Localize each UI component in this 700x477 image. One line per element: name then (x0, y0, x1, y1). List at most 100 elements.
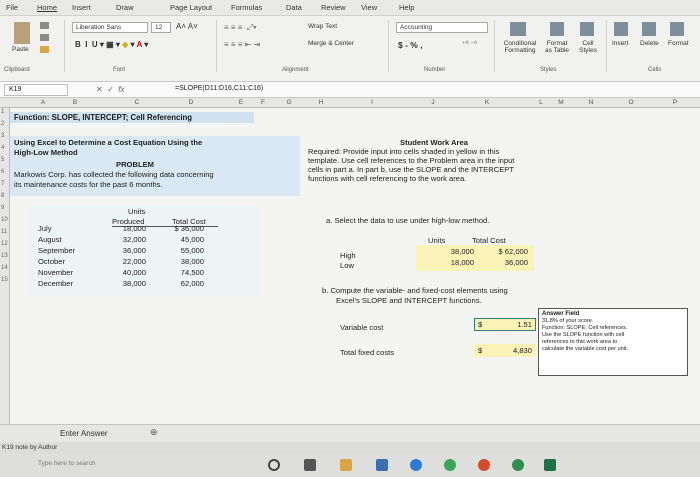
format-as-table-icon[interactable] (550, 22, 564, 36)
column-header[interactable]: G (284, 99, 294, 106)
low-cost-cell[interactable]: 36,000 (476, 258, 528, 267)
column-header[interactable]: B (70, 99, 80, 106)
excel-icon[interactable] (544, 459, 556, 471)
variable-cost-value[interactable]: 1.51 (496, 320, 532, 329)
units-cell[interactable]: 32,000 (106, 235, 146, 244)
row-header[interactable]: 2 (1, 121, 4, 127)
row-header[interactable]: 14 (1, 265, 8, 271)
units-cell[interactable]: 38,000 (106, 279, 146, 288)
cost-cell[interactable]: 38,000 (154, 257, 204, 266)
cost-cell[interactable]: 55,000 (154, 246, 204, 255)
taskbar-search-input[interactable]: Type here to search (38, 460, 95, 467)
tab-draw[interactable]: Draw (116, 3, 134, 12)
row-header[interactable]: 12 (1, 241, 8, 247)
formula-input[interactable]: =SLOPE(D11:D16,C11:C16) (175, 85, 263, 92)
font-grow-icon[interactable]: A˄ A˅ (176, 22, 198, 31)
row-header[interactable]: 13 (1, 253, 8, 259)
row-header[interactable]: 15 (1, 277, 8, 283)
column-header[interactable]: E (236, 99, 246, 106)
paste-button[interactable]: Paste (12, 46, 29, 53)
tab-review[interactable]: Review (321, 3, 346, 12)
copy-icon[interactable] (40, 34, 49, 41)
add-sheet-icon[interactable]: ⊕ (150, 427, 158, 438)
column-header[interactable]: F (258, 99, 268, 106)
tab-help[interactable]: Help (399, 3, 414, 12)
row-header[interactable]: 7 (1, 181, 4, 187)
font-size-select[interactable]: 12 (151, 22, 171, 33)
cell-styles-button[interactable]: Cell Styles (576, 40, 600, 54)
column-header[interactable]: H (316, 99, 326, 106)
delete-button[interactable]: Delete (640, 40, 659, 47)
number-format-select[interactable]: Accounting (396, 22, 488, 33)
format-as-table-button[interactable]: Format as Table (544, 40, 570, 54)
column-header[interactable]: C (132, 99, 142, 106)
number-format-icons[interactable]: $ - % , (398, 40, 423, 50)
cut-icon[interactable] (40, 22, 49, 29)
edge-icon[interactable] (410, 459, 422, 471)
column-header[interactable]: N (586, 99, 596, 106)
tab-insert[interactable]: Insert (72, 3, 91, 12)
align-horizontal-icons[interactable]: ≡ ≡ ≡ ⇤ ⇥ (224, 40, 260, 49)
column-header[interactable]: I (367, 99, 377, 106)
name-box[interactable]: K19 (4, 84, 68, 96)
high-cost-cell[interactable]: $ 62,000 (476, 247, 528, 256)
app-icon[interactable] (512, 459, 524, 471)
chrome-icon[interactable] (444, 459, 456, 471)
tab-page-layout[interactable]: Page Layout (170, 3, 212, 12)
column-header[interactable]: L (536, 99, 546, 106)
file-explorer-icon[interactable] (340, 459, 352, 471)
sheet-tab-enter-answer[interactable]: Enter Answer (60, 429, 108, 438)
column-header[interactable]: J (428, 99, 438, 106)
tab-home[interactable]: Home (37, 3, 57, 12)
row-header[interactable]: 6 (1, 169, 4, 175)
paste-icon[interactable] (14, 22, 30, 44)
column-header[interactable]: A (38, 99, 48, 106)
row-header[interactable]: 5 (1, 157, 4, 163)
align-top-icons[interactable]: ≡ ≡ ≡ ⤢▾ (224, 23, 257, 33)
format-painter-icon[interactable] (40, 46, 49, 53)
tab-file[interactable]: File (6, 3, 18, 12)
units-cell[interactable]: 22,000 (106, 257, 146, 266)
low-units-cell[interactable]: 18,000 (420, 258, 474, 267)
row-header[interactable]: 10 (1, 217, 8, 223)
delete-cells-icon[interactable] (642, 22, 656, 36)
row-header[interactable]: 9 (1, 205, 4, 211)
cost-cell[interactable]: 45,000 (154, 235, 204, 244)
high-units-cell[interactable]: 38,000 (420, 247, 474, 256)
column-header[interactable]: K (482, 99, 492, 106)
font-name-select[interactable]: Liberation Sans (72, 22, 148, 33)
row-header[interactable]: 11 (1, 229, 7, 235)
wrap-text-button[interactable]: Wrap Text (308, 23, 337, 30)
app-icon[interactable] (478, 459, 490, 471)
conditional-formatting-icon[interactable] (510, 22, 526, 36)
store-icon[interactable] (376, 459, 388, 471)
decimal-icons[interactable]: ⁺⁰ ⁻⁰ (462, 40, 477, 48)
row-header[interactable]: 8 (1, 193, 4, 199)
units-cell[interactable]: 36,000 (106, 246, 146, 255)
cortana-icon[interactable] (268, 459, 280, 471)
units-cell[interactable]: 18,000 (106, 224, 146, 233)
row-header[interactable]: 3 (1, 133, 4, 139)
cost-cell[interactable]: 74,500 (154, 268, 204, 277)
row-header[interactable]: 1 (1, 109, 4, 115)
merge-center-button[interactable]: Merge & Center (308, 40, 354, 47)
insert-cells-icon[interactable] (614, 22, 628, 36)
insert-button[interactable]: Insert (612, 40, 628, 47)
column-header[interactable]: M (556, 99, 566, 106)
row-header[interactable]: 4 (1, 145, 4, 151)
format-cells-icon[interactable] (670, 22, 684, 36)
tab-formulas[interactable]: Formulas (231, 3, 262, 12)
conditional-formatting-button[interactable]: Conditional Formatting (498, 40, 542, 54)
format-button[interactable]: Format (668, 40, 689, 47)
tab-data[interactable]: Data (286, 3, 302, 12)
column-header[interactable]: O (626, 99, 636, 106)
fixed-cost-value[interactable]: 4,830 (496, 346, 532, 355)
cell-styles-icon[interactable] (580, 22, 594, 36)
worksheet-grid[interactable]: Function: SLOPE, INTERCEPT; Cell Referen… (10, 108, 700, 424)
cost-cell[interactable]: 62,000 (154, 279, 204, 288)
column-header[interactable]: D (186, 99, 196, 106)
units-cell[interactable]: 40,000 (106, 268, 146, 277)
cost-cell[interactable]: $ 36,000 (154, 224, 204, 233)
column-header[interactable]: P (670, 99, 680, 106)
font-style-icons[interactable]: B I U ▾ ▦ ▾ ◈ ▾ A ▾ (75, 40, 148, 49)
